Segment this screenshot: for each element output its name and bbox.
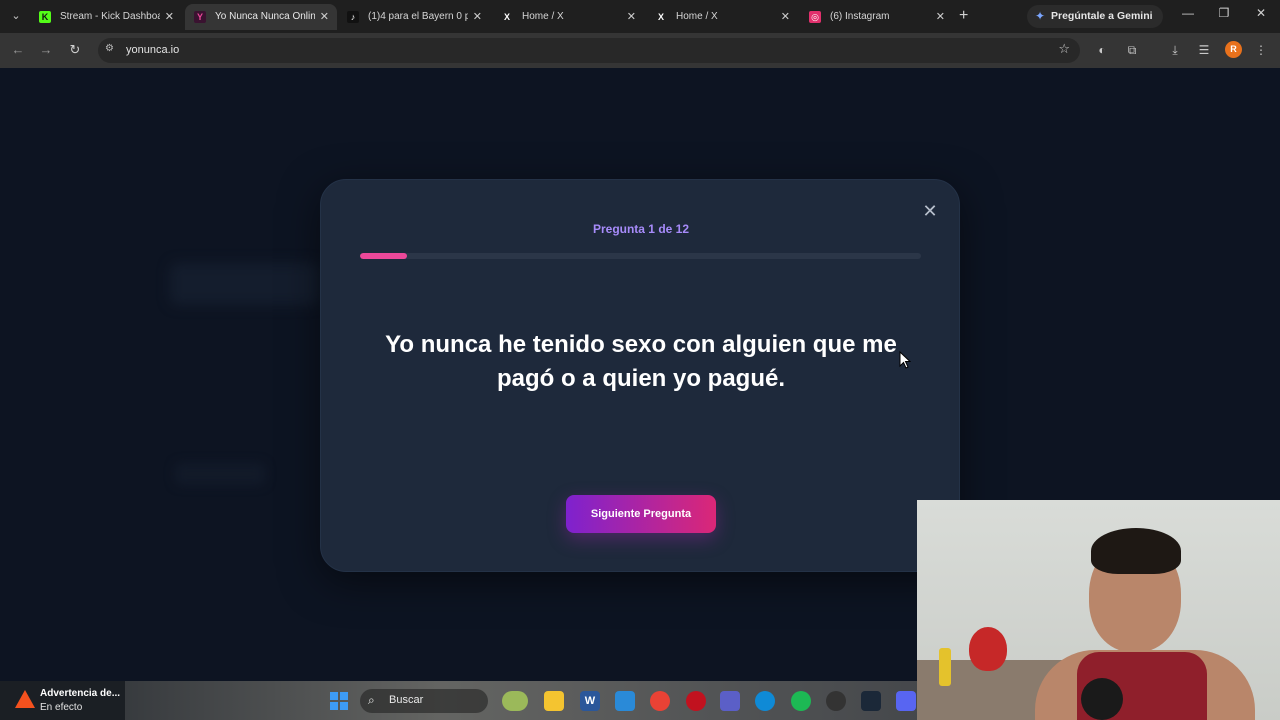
- kick-favicon-icon: K: [39, 11, 51, 23]
- back-icon[interactable]: ←: [9, 41, 27, 59]
- download-icon[interactable]: ⤓: [1167, 42, 1183, 58]
- close-tab-icon[interactable]: ✕: [165, 4, 174, 30]
- close-tab-icon[interactable]: ✕: [320, 4, 329, 30]
- tab-title: (6) Instagram: [830, 11, 890, 22]
- modal-close-icon[interactable]: ✕: [921, 202, 939, 220]
- progress-bar: [360, 253, 921, 259]
- blurred-background-element: [175, 463, 265, 485]
- tab-instagram[interactable]: ◎ (6) Instagram ✕: [800, 4, 953, 30]
- tab-yonunca[interactable]: Y Yo Nunca Nunca Online ✕: [185, 4, 337, 30]
- tab-tiktok[interactable]: ♪ (1)4 para el Bayern 0 p ✕: [338, 4, 490, 30]
- tiktok-favicon-icon: ♪: [347, 11, 359, 23]
- profile-avatar[interactable]: R: [1225, 41, 1242, 58]
- x-favicon-icon: X: [657, 12, 664, 22]
- bookmark-star-icon[interactable]: ☆: [1058, 41, 1070, 57]
- browser-tabstrip: ⌄ K Stream - Kick Dashboard ✕ Y Yo Nunca…: [0, 0, 1280, 33]
- site-settings-icon[interactable]: ⚙: [105, 43, 114, 54]
- windows-taskbar: Advertencia de... En efecto ⌕ Buscar W: [0, 681, 917, 720]
- tab-title: Stream - Kick Dashboard: [60, 11, 160, 22]
- blurred-background-heading: [170, 263, 320, 305]
- reload-icon[interactable]: ↻: [66, 41, 84, 59]
- close-tab-icon[interactable]: ✕: [627, 4, 636, 30]
- file-explorer-icon[interactable]: [544, 691, 564, 711]
- browser-toolbar: ← → ↻ ⚙ yonunca.io ☆ ◐ ⧉ ⤓ ☰ R ⋮: [0, 33, 1280, 68]
- url-text[interactable]: yonunca.io: [126, 38, 179, 63]
- widget-icon[interactable]: [502, 691, 528, 711]
- extension-icon[interactable]: ◐: [1094, 42, 1110, 58]
- tab-title: Home / X: [676, 11, 718, 22]
- tab-search-icon[interactable]: ⌄: [6, 6, 26, 26]
- spotify-icon[interactable]: [791, 691, 811, 711]
- webcam-microphone: [1081, 678, 1123, 720]
- webcam-spiderman-mask: [969, 627, 1007, 671]
- close-tab-icon[interactable]: ✕: [936, 4, 945, 30]
- x-favicon-icon: X: [503, 12, 510, 22]
- taskbar-search[interactable]: ⌕ Buscar: [360, 689, 488, 713]
- tab-x-1[interactable]: X Home / X ✕: [492, 4, 644, 30]
- app-red-icon[interactable]: [686, 691, 706, 711]
- tab-title: (1)4 para el Bayern 0 p: [368, 11, 468, 22]
- warning-notification[interactable]: Advertencia de... En efecto: [0, 681, 125, 720]
- webcam-vase: [939, 648, 951, 686]
- question-counter: Pregunta 1 de 12: [592, 222, 690, 236]
- edge-icon[interactable]: [755, 691, 775, 711]
- close-tab-icon[interactable]: ✕: [473, 4, 482, 30]
- window-close-icon[interactable]: ✕: [1251, 6, 1271, 20]
- tab-title: Home / X: [522, 11, 564, 22]
- search-icon: ⌕: [368, 693, 375, 707]
- word-icon[interactable]: W: [580, 691, 600, 711]
- notepad-icon[interactable]: [615, 691, 635, 711]
- tab-title: Yo Nunca Nunca Online: [215, 11, 315, 22]
- webcam-overlay: [917, 500, 1280, 720]
- app-recorder-icon[interactable]: [826, 691, 846, 711]
- steam-icon[interactable]: [861, 691, 881, 711]
- new-tab-icon[interactable]: +: [959, 7, 968, 25]
- warning-title: Advertencia de...: [40, 688, 121, 699]
- progress-fill: [360, 253, 407, 259]
- taskbar-search-placeholder: Buscar: [389, 694, 424, 706]
- question-modal: ✕ Pregunta 1 de 12 Yo nunca he tenido se…: [320, 179, 960, 572]
- mouse-cursor-icon: [899, 350, 912, 374]
- question-text: Yo nunca he tenido sexo con alguien que …: [385, 331, 897, 392]
- menu-kebab-icon[interactable]: ⋮: [1253, 42, 1269, 58]
- forward-icon[interactable]: →: [37, 41, 55, 59]
- discord-icon[interactable]: [896, 691, 916, 711]
- gemini-button[interactable]: ✦ Pregúntale a Gemini: [1027, 5, 1163, 28]
- close-tab-icon[interactable]: ✕: [781, 4, 790, 30]
- tab-kick[interactable]: K Stream - Kick Dashboard ✕: [30, 4, 182, 30]
- chrome-icon[interactable]: [650, 691, 670, 711]
- webcam-person-hair: [1091, 528, 1181, 574]
- reading-list-icon[interactable]: ☰: [1196, 42, 1212, 58]
- extensions-puzzle-icon[interactable]: ⧉: [1124, 42, 1140, 58]
- warning-subtitle: En efecto: [40, 702, 83, 713]
- yonunca-favicon-icon: Y: [194, 11, 206, 23]
- teams-icon[interactable]: [720, 691, 740, 711]
- tab-x-2[interactable]: X Home / X ✕: [646, 4, 798, 30]
- warning-icon: [15, 690, 35, 708]
- gemini-label: Pregúntale a Gemini: [1051, 10, 1153, 22]
- windows-start-icon[interactable]: [330, 692, 348, 710]
- restore-icon[interactable]: ❐: [1214, 6, 1234, 20]
- gemini-sparkle-icon: ✦: [1035, 9, 1046, 23]
- next-question-button[interactable]: Siguiente Pregunta: [566, 495, 716, 533]
- address-bar[interactable]: ⚙ yonunca.io ☆: [98, 38, 1080, 63]
- instagram-favicon-icon: ◎: [809, 11, 821, 23]
- minimize-icon[interactable]: —: [1178, 6, 1198, 20]
